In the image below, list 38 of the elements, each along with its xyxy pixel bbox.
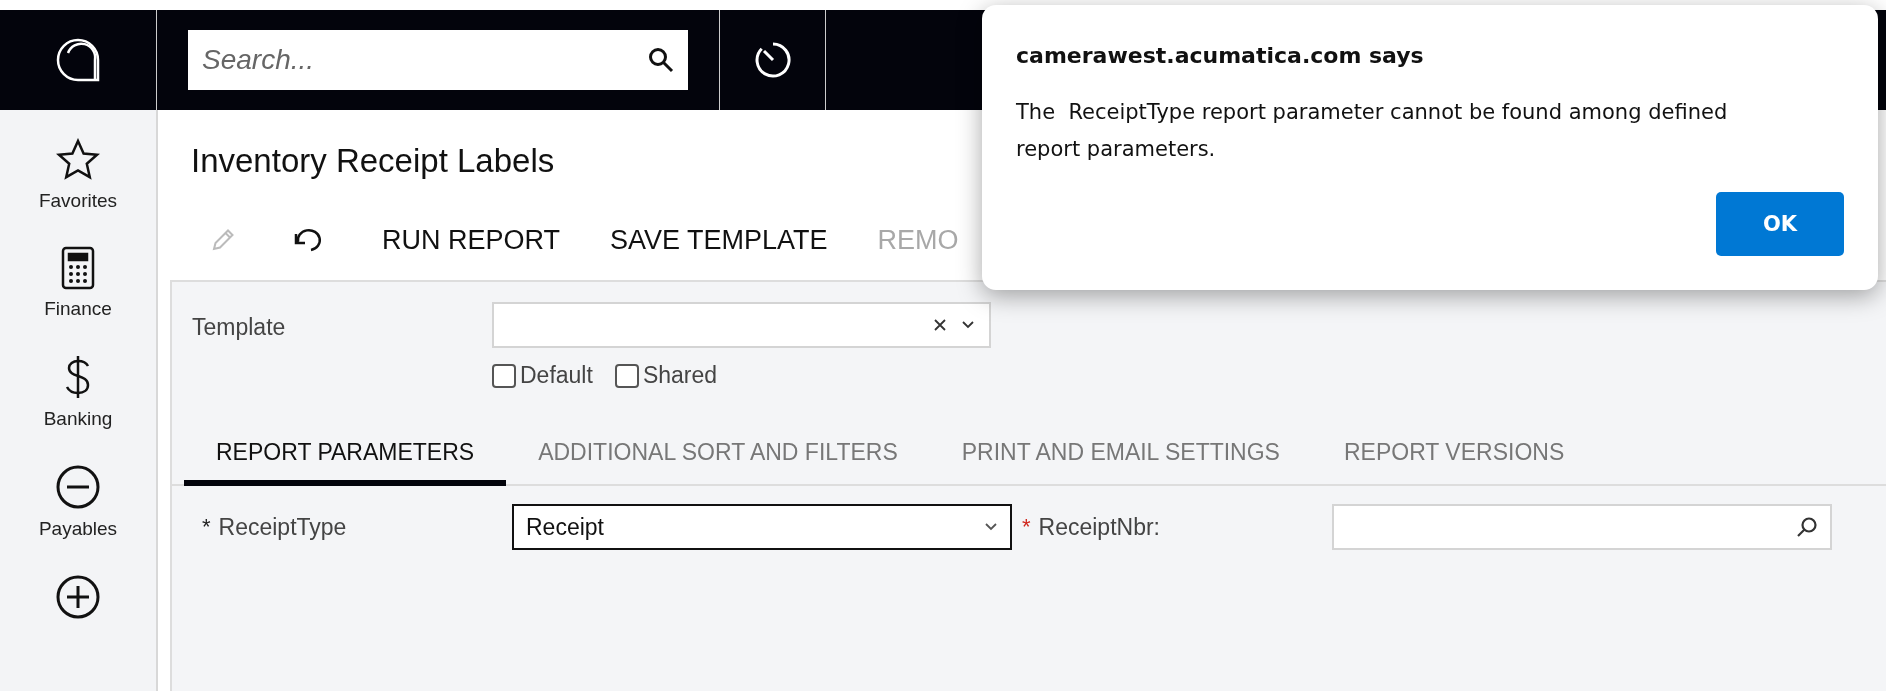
toolbar-button[interactable]: SAVE TEMPLATE: [610, 224, 828, 256]
field-label: ReceiptNbr:: [1038, 513, 1160, 541]
tab[interactable]: REPORT VERSIONS: [1311, 429, 1597, 486]
dollar-icon[interactable]: [64, 354, 92, 400]
dialog-message: The ReceiptType report parameter cannot be found among defined report parameters.: [1016, 99, 1729, 163]
sidebar-item[interactable]: Favorites: [38, 190, 118, 212]
search-icon[interactable]: [1796, 516, 1818, 538]
field-label: Template: [192, 313, 287, 342]
checkbox-label: Default: [520, 362, 593, 389]
dialog-title: camerawest.acumatica.com says: [1016, 43, 1425, 68]
tab[interactable]: PRINT AND EMAIL SETTINGS: [929, 429, 1312, 486]
search-field[interactable]: Search...: [188, 30, 688, 90]
clear-icon[interactable]: [933, 318, 947, 332]
receipt-type-select[interactable]: Receipt: [512, 504, 1012, 550]
chevron-down-icon[interactable]: [984, 522, 998, 532]
chevron-down-icon[interactable]: [961, 320, 975, 330]
field-label: ReceiptType: [218, 513, 347, 541]
star-icon[interactable]: [56, 138, 100, 182]
undo-icon[interactable]: [294, 228, 324, 252]
minus-circle-icon[interactable]: [55, 464, 101, 510]
page-title: Inventory Receipt Labels: [191, 142, 555, 181]
tab[interactable]: REPORT PARAMETERS: [184, 429, 507, 486]
sidebar-item[interactable]: Banking: [43, 408, 113, 430]
checkbox-label: Shared: [642, 362, 718, 389]
required-asterisk: *: [202, 514, 211, 540]
sidebar-item[interactable]: Finance: [44, 298, 112, 320]
lookup-field[interactable]: [1332, 504, 1832, 550]
logo-icon[interactable]: [55, 37, 101, 83]
search-icon[interactable]: [648, 47, 674, 73]
required-asterisk: *: [1022, 514, 1031, 540]
tab[interactable]: ADDITIONAL SORT AND FILTERS: [506, 429, 930, 486]
ok-button[interactable]: OK: [1716, 192, 1844, 256]
checkbox[interactable]: [614, 363, 639, 388]
plus-circle-icon[interactable]: [55, 574, 101, 620]
sidebar-item[interactable]: Payables: [38, 518, 118, 540]
calculator-icon[interactable]: [61, 246, 95, 290]
toolbar-button[interactable]: RUN REPORT: [382, 224, 561, 256]
checkbox[interactable]: [492, 363, 516, 388]
